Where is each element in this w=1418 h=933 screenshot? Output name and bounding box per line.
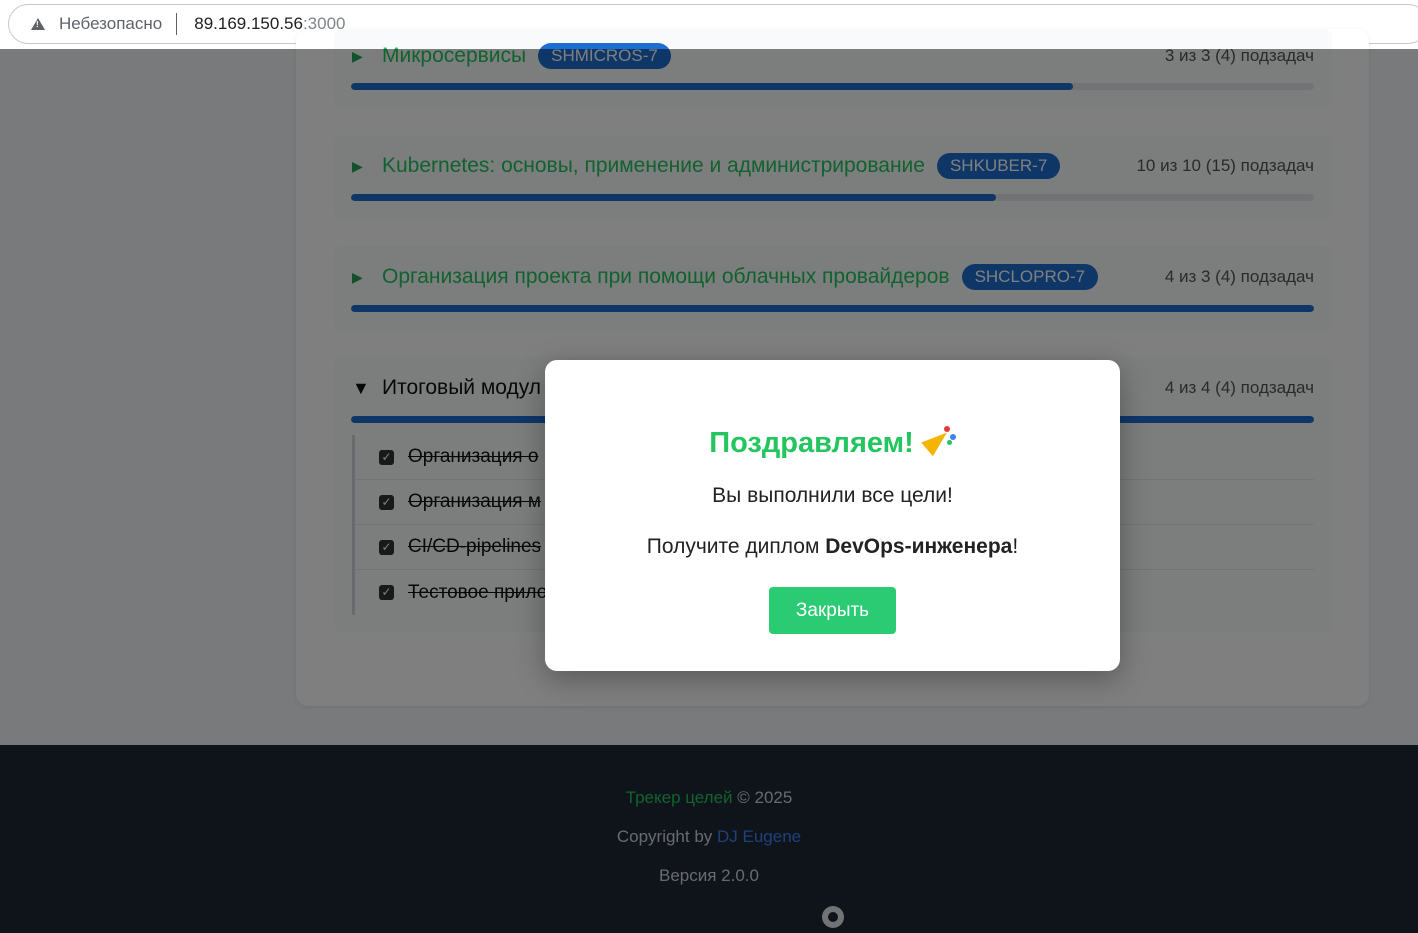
warning-icon[interactable] xyxy=(31,18,45,30)
party-popper-icon xyxy=(921,424,956,458)
modal-diploma-line: Получите диплом DevOps-инженера! xyxy=(545,535,1120,559)
modal-title: Поздравляем! xyxy=(709,427,914,459)
close-button[interactable]: Закрыть xyxy=(769,587,896,634)
diploma-title: DevOps-инженера xyxy=(825,535,1013,558)
congrats-modal: Поздравляем! Вы выполнили все цели! Полу… xyxy=(545,360,1120,671)
separator xyxy=(176,13,178,35)
diploma-prefix: Получите диплом xyxy=(646,535,826,558)
modal-title-row: Поздравляем! xyxy=(545,424,1120,460)
diploma-suffix: ! xyxy=(1012,535,1019,558)
security-label[interactable]: Небезопасно xyxy=(59,14,162,34)
url-host[interactable]: 89.169.150.56 xyxy=(194,14,303,34)
modal-message: Вы выполнили все цели! xyxy=(712,484,953,507)
